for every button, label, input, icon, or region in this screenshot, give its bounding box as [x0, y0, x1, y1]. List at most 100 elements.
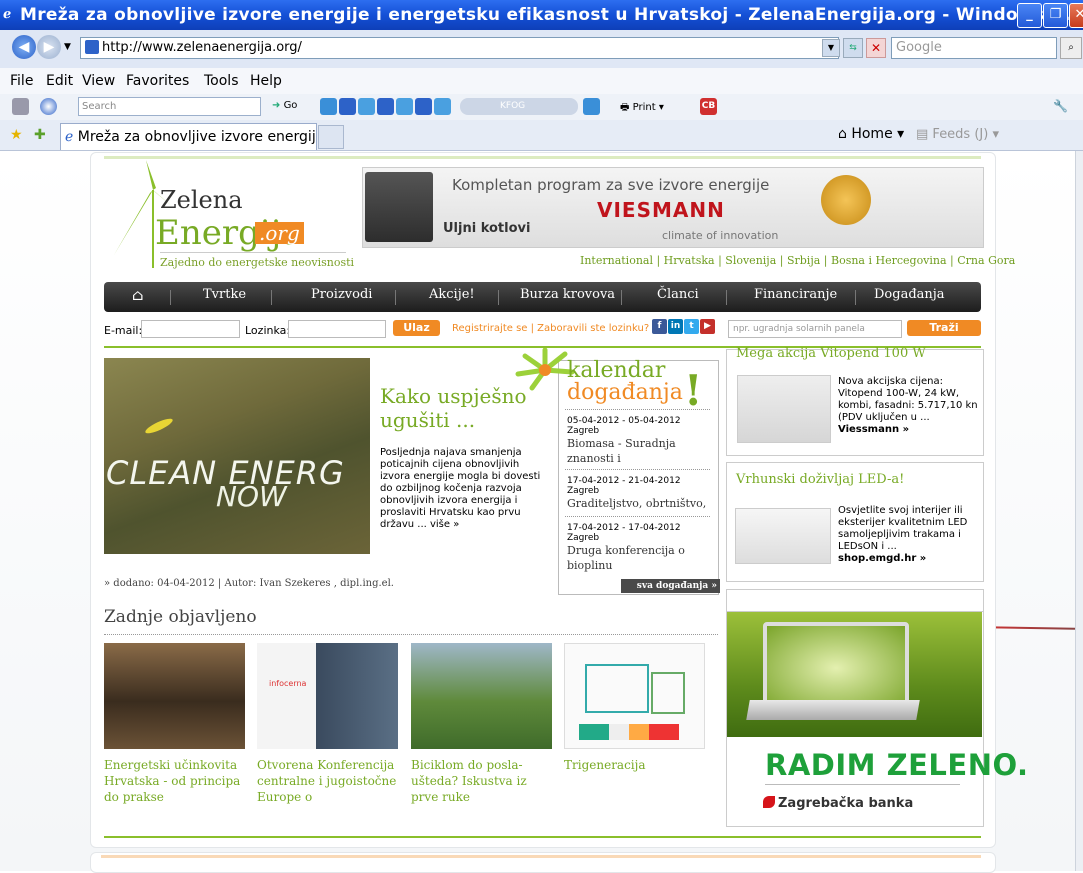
feeds-button[interactable]: ▤ Feeds (J) ▾: [916, 127, 999, 142]
home-nav-icon[interactable]: ⌂: [132, 286, 143, 304]
menu-file[interactable]: File: [10, 73, 33, 89]
banner-headline: Kompletan program za sve izvore energije: [452, 176, 770, 194]
facebook-icon[interactable]: f: [652, 319, 667, 334]
nav-burza-krovova[interactable]: Burza krovova: [520, 287, 615, 302]
vertical-scrollbar[interactable]: [1075, 151, 1083, 871]
vitopend-ad-link[interactable]: Viessmann »: [838, 424, 909, 435]
led-ad-image[interactable]: [735, 508, 831, 564]
menu-edit[interactable]: Edit: [46, 73, 73, 89]
latest-thumb-trigeneracija[interactable]: [564, 643, 705, 749]
nav-dogadanja[interactable]: Događanja: [874, 287, 945, 302]
wrench-icon[interactable]: 🔧: [1053, 99, 1068, 113]
email-field[interactable]: [141, 320, 240, 338]
menu-tools[interactable]: Tools: [204, 73, 239, 89]
nav-akcije[interactable]: Akcije!: [429, 287, 475, 302]
event-title[interactable]: Graditeljstvo, obrtništvo,: [567, 496, 712, 511]
maximize-button[interactable]: ❐: [1043, 3, 1068, 28]
youtube-icon[interactable]: ▶: [700, 319, 715, 334]
nav-clanci[interactable]: Članci: [657, 287, 699, 302]
latest-title[interactable]: Otvorena Konferencija centralne i jugois…: [257, 757, 399, 805]
toolbar-icon-2[interactable]: [339, 98, 356, 115]
event-title[interactable]: Druga konferencija o bioplinu: [567, 543, 712, 573]
refresh-icon[interactable]: ⇆: [843, 38, 863, 58]
top-accent-line: [104, 156, 981, 159]
add-favorites-icon[interactable]: ✚: [34, 127, 46, 143]
vitopend-ad-body: Nova akcijska cijena: Vitopend 100-W, 24…: [838, 376, 978, 423]
site-search-button[interactable]: Traži: [907, 320, 981, 336]
latest-title[interactable]: Trigeneracija: [564, 757, 706, 773]
diagram-box: [585, 664, 649, 713]
led-ad-title[interactable]: Vrhunski doživljaj LED-a!: [736, 472, 904, 487]
feature-image[interactable]: CLEAN ENERG NOW: [104, 358, 370, 554]
menu-favorites[interactable]: Favorites: [126, 73, 189, 89]
nav-financiranje[interactable]: Financiranje: [754, 287, 837, 302]
tab-active[interactable]: ℯ Mreža za obnovljive izvore energije ..…: [60, 123, 317, 150]
menu-help[interactable]: Help: [250, 73, 282, 89]
event-title[interactable]: Biomasa - Suradnja znanosti i: [567, 436, 712, 466]
toolbar-icon-4[interactable]: [377, 98, 394, 115]
go-label: Go: [283, 100, 298, 111]
page-icon: [85, 40, 99, 54]
nav-proizvodi[interactable]: Proizvodi: [311, 287, 372, 302]
forward-button[interactable]: ▶: [37, 35, 61, 59]
site-tagline: Zajedno do energetske neovisnosti: [160, 256, 355, 269]
tab-active-label: Mreža za obnovljive izvore energije ...: [77, 129, 317, 145]
banner-brand: VIESMANN: [597, 198, 725, 222]
toolbar-icon-7[interactable]: [434, 98, 451, 115]
banner-subline: climate of innovation: [662, 229, 779, 242]
boiler-image: [365, 172, 433, 242]
toolbar-icon-3[interactable]: [358, 98, 375, 115]
latest-thumb-conference[interactable]: [104, 643, 245, 749]
search-icon[interactable]: ⌕: [1060, 37, 1082, 59]
toolbar-icon-8[interactable]: [583, 98, 600, 115]
print-button[interactable]: 🖶 Print ▾: [620, 100, 664, 117]
feature-image-text-2: NOW: [216, 480, 287, 513]
logo-tld[interactable]: .org: [255, 222, 304, 244]
ad-white-band: [727, 737, 982, 745]
toolbar-search-input[interactable]: Search: [78, 97, 261, 116]
toolbar-icon-5[interactable]: [396, 98, 413, 115]
menu-view[interactable]: View: [82, 73, 115, 89]
led-ad-link[interactable]: shop.emgd.hr »: [838, 553, 926, 564]
login-button[interactable]: Ulaz: [393, 320, 440, 336]
country-links[interactable]: International | Hrvatska | Slovenija | S…: [580, 254, 1015, 267]
password-field[interactable]: [288, 320, 386, 338]
vitopend-ad-image[interactable]: [737, 375, 831, 443]
vitopend-ad-title[interactable]: Mega akcija Vitopend 100 W: [736, 346, 926, 361]
go-button[interactable]: ➜ Go: [272, 100, 297, 111]
toolbar-icon-6[interactable]: [415, 98, 432, 115]
history-dropdown-icon[interactable]: ▼: [64, 42, 71, 52]
radio-icon[interactable]: [40, 98, 57, 115]
site-search-input[interactable]: npr. ugradnja solarnih panela: [728, 320, 902, 338]
close-button[interactable]: ✕: [1069, 3, 1083, 28]
address-dropdown-icon[interactable]: ▼: [822, 39, 840, 57]
latest-thumb-bicycle[interactable]: [411, 643, 552, 749]
latest-thumb-infocerna[interactable]: infocerna: [257, 643, 398, 749]
ie-icon: ℯ: [3, 7, 12, 22]
back-button[interactable]: ◀: [12, 35, 36, 59]
home-button[interactable]: ⌂ Home ▾: [838, 126, 904, 142]
address-toolbar: ◀ ▶ ▼ http://www.zelenaenergija.org/ ▼ ⇆…: [0, 30, 1083, 69]
stop-icon[interactable]: ✕: [866, 38, 886, 58]
register-links[interactable]: Registrirajte se | Zaboravili ste lozink…: [452, 323, 649, 334]
favorites-star-icon[interactable]: ★: [10, 127, 23, 143]
twitter-icon[interactable]: t: [684, 319, 699, 334]
logo-word-zelena[interactable]: Zelena: [160, 186, 243, 214]
nav-tvrtke[interactable]: Tvrtke: [203, 287, 246, 302]
google-search-input[interactable]: Google: [891, 37, 1057, 59]
linkedin-icon[interactable]: in: [668, 319, 683, 334]
footer-container: [90, 852, 996, 873]
address-input[interactable]: http://www.zelenaenergija.org/: [80, 37, 839, 59]
nav-separator: [395, 290, 396, 305]
kfog-player[interactable]: KFOG: [460, 98, 578, 115]
latest-title[interactable]: Biciklom do posla- ušteda? Iskustva iz p…: [411, 757, 553, 805]
feature-text[interactable]: Posljednja najava smanjenja poticajnih c…: [380, 447, 550, 531]
window-title-bar[interactable]: ℯ Mreža za obnovljive izvore energije i …: [0, 0, 1083, 30]
toolbar-menu-icon[interactable]: [12, 98, 29, 115]
new-tab-button[interactable]: [318, 125, 344, 149]
latest-title[interactable]: Energetski učinkovita Hrvatska - od prin…: [104, 757, 246, 805]
all-events-link[interactable]: sva događanja »: [621, 579, 720, 593]
cb-icon[interactable]: CB: [700, 98, 717, 115]
toolbar-icon-1[interactable]: [320, 98, 337, 115]
minimize-button[interactable]: _: [1017, 3, 1042, 28]
